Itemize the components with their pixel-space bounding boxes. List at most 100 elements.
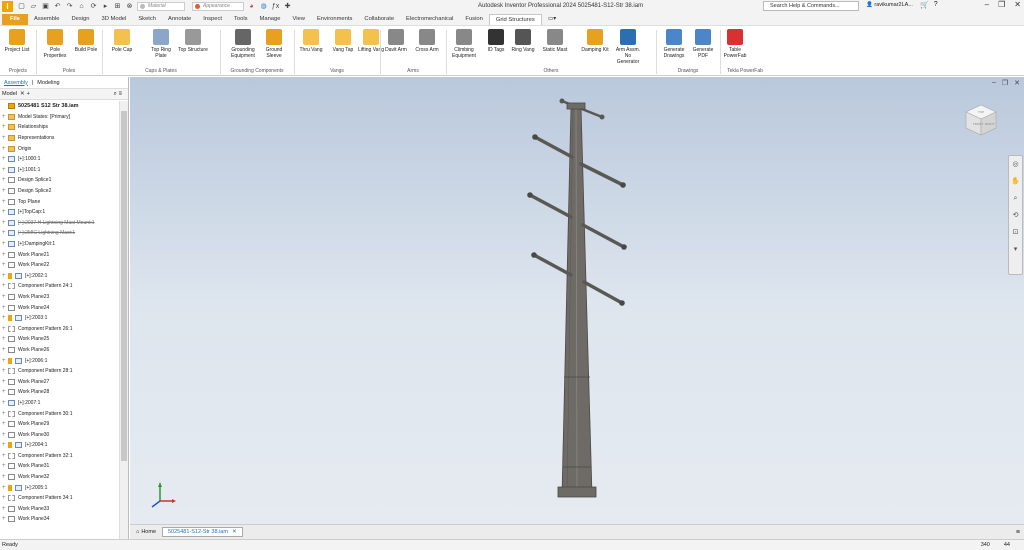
tree-item[interactable]: + [+]:DampingKit:1 [0,239,119,250]
restore-icon[interactable]: ❐ [998,0,1005,9]
tree-item[interactable]: + [+]:2037 H Lightning Mast Mount:1 [0,218,119,229]
update-icon[interactable]: ⟳ [89,2,98,11]
help-icon[interactable]: ? [934,1,938,9]
tab-3d-model[interactable]: 3D Model [96,14,133,25]
add-icon[interactable]: ✚ [283,2,292,11]
tree-item[interactable]: + Component Pattern 26:1 [0,323,119,334]
tree-item[interactable]: + [+]TopCap:1 [0,207,119,218]
arm-generator-button[interactable]: Arm Assm. No Generator [613,29,643,65]
measure-icon[interactable]: ⊞ [113,2,122,11]
build-pole-button[interactable]: Build Pole [71,29,101,53]
undo-icon[interactable]: ↶ [53,2,62,11]
tree-item[interactable]: + Work Plane31 [0,461,119,472]
select-icon[interactable]: ▸ [101,2,110,11]
pan-icon[interactable]: ✋ [1009,173,1022,190]
orbit-icon[interactable]: ⟲ [1009,207,1022,224]
look-at-icon[interactable]: ⊡ [1009,224,1022,241]
tree-item[interactable]: + [+]:1000:1 [0,154,119,165]
cross-arm-button[interactable]: Cross Arm [412,29,442,53]
minimize-icon[interactable]: – [985,0,989,9]
tab-environments[interactable]: Environments [311,14,358,25]
table-powerfab-button[interactable]: Table PowerFab [720,29,750,59]
home-icon[interactable]: ⌂ [77,2,86,11]
pole-cap-button[interactable]: Pole Cap [107,29,137,53]
tree-item[interactable]: + Work Plane28 [0,387,119,398]
tree-item[interactable]: + [+]:2006:1 [0,355,119,366]
tree-item[interactable]: + Work Plane34 [0,514,119,525]
tab-tools[interactable]: Tools [228,14,254,25]
redo-icon[interactable]: ↷ [65,2,74,11]
tab-view[interactable]: View [286,14,310,25]
color-palette-icon[interactable]: ◕ [247,2,256,11]
pole-model[interactable] [130,77,1024,524]
vang-tap-button[interactable]: Vang Tap [328,29,358,53]
tree-item[interactable]: + Component Pattern 24:1 [0,281,119,292]
id-tags-button[interactable]: ID Tags [481,29,511,53]
tree-item[interactable]: + Work Plane26 [0,345,119,356]
thru-vang-button[interactable]: Thru Vang [296,29,326,53]
climbing-button[interactable]: Climbing Equipment [449,29,479,59]
tab-inspect[interactable]: Inspect [197,14,228,25]
ribbon-options-icon[interactable]: ▭▾ [542,14,562,25]
tree-item[interactable]: + [+]:2003:1 [0,313,119,324]
scrollbar-thumb[interactable] [121,111,127,461]
open-icon[interactable]: ▱ [29,2,38,11]
tree-item[interactable]: + Work Plane25 [0,334,119,345]
ring-plate-button[interactable]: Top Ring Plate [146,29,176,59]
tree-item[interactable]: + Work Plane30 [0,429,119,440]
tree-item[interactable]: + Work Plane32 [0,472,119,483]
tab-design[interactable]: Design [65,14,95,25]
user-account[interactable]: 👤 ravikumar2LA... [866,2,913,8]
new-icon[interactable]: ▢ [17,2,26,11]
tab-grid-structures[interactable]: Grid Structures [488,14,542,25]
tree-item[interactable]: + Origin [0,143,119,154]
tab-annotate[interactable]: Annotate [162,14,197,25]
add-browser-icon[interactable]: + [27,91,30,97]
viewcube-icon[interactable]: FRONT RIGHT TOP [964,103,998,137]
appearance-dropdown[interactable]: Appearance [192,2,244,11]
close-icon[interactable]: ✕ [1014,0,1021,9]
tree-item[interactable]: + [+]:2004:1 [0,440,119,451]
tree-item[interactable]: + [+]:2005:1 [0,482,119,493]
tree-item[interactable]: + Top Plane [0,196,119,207]
search-icon[interactable]: ⌕ [113,91,116,97]
tab-modeling[interactable]: Modeling [37,80,59,86]
tree-item[interactable]: + Relationships [0,122,119,133]
tab-file[interactable]: File [2,14,28,25]
tree-item[interactable]: + Work Plane21 [0,249,119,260]
tree-item[interactable]: + Component Pattern 34:1 [0,493,119,504]
cart-icon[interactable]: 🛒 [920,1,929,9]
home-tab[interactable]: ⌂ Home [130,529,162,535]
ring-vang-button[interactable]: Ring Vang [508,29,538,53]
zoom-icon[interactable]: ⌕ [1009,190,1022,207]
material-dropdown[interactable]: Material [137,2,185,11]
tab-menu-icon[interactable]: ≡ [1016,529,1020,536]
tree-item[interactable]: + Representations [0,133,119,144]
tree-item[interactable]: + Design Splice1 [0,175,119,186]
static-mast-button[interactable]: Static Mast [540,29,570,53]
tab-fusion[interactable]: Fusion [459,14,488,25]
tree-item[interactable]: + Component Pattern 30:1 [0,408,119,419]
tab-collaborate[interactable]: Collaborate [358,14,400,25]
tab-assemble[interactable]: Assemble [28,14,65,25]
tree-item[interactable]: + [+]:2MIC Lightning Mast:1 [0,228,119,239]
function-icon[interactable]: ƒx [271,2,280,11]
tree-item[interactable]: + Model States: [Primary] [0,112,119,123]
tree-item[interactable]: + Work Plane33 [0,504,119,515]
steering-wheel-icon[interactable]: ◎ [1009,156,1022,173]
tree-item[interactable]: + Design Splice2 [0,186,119,197]
grounding-button[interactable]: Grounding Equipment [228,29,258,59]
browser-scrollbar[interactable] [119,101,128,540]
tree-item[interactable]: + Work Plane22 [0,260,119,271]
pole-properties-button[interactable]: Pole Properties [40,29,70,59]
tree-item[interactable]: + Work Plane23 [0,292,119,303]
help-search-input[interactable]: Search Help & Commands... [763,1,859,11]
tab-assembly[interactable]: Assembly [4,80,28,86]
tree-item[interactable]: + [+]:2007:1 [0,398,119,409]
top-structure-button[interactable]: Top Structure [178,29,208,53]
tree-item[interactable]: + Work Plane29 [0,419,119,430]
tree-item[interactable]: + Component Pattern 28:1 [0,366,119,377]
damping-kit-button[interactable]: Damping Kit [580,29,610,53]
generate-drawings-button[interactable]: Generate Drawings [659,29,689,59]
tab-sketch[interactable]: Sketch [132,14,162,25]
